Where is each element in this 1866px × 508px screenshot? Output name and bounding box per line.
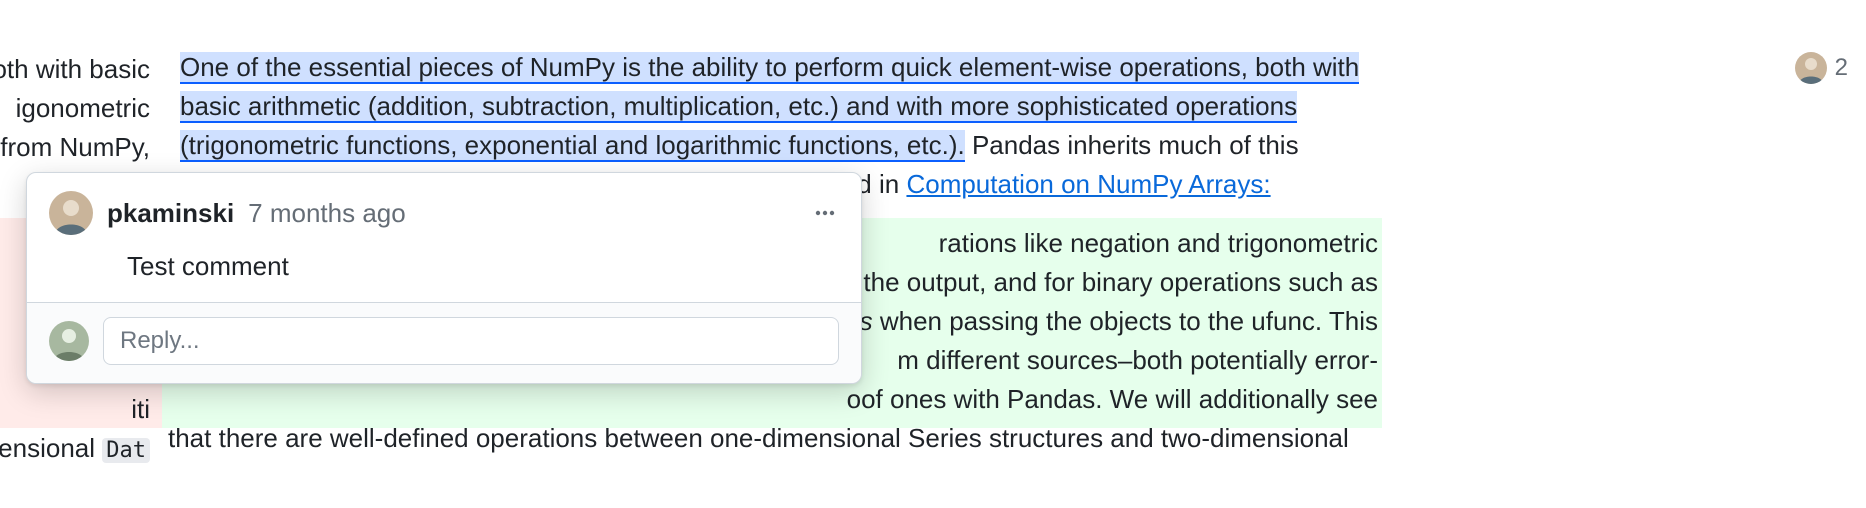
comment-popover: pkaminski 7 months ago Test comment xyxy=(26,172,862,384)
thread-indicator[interactable]: 2 xyxy=(1795,52,1848,84)
reply-input[interactable] xyxy=(103,317,839,365)
avatar xyxy=(1795,52,1827,84)
code-chip: Dat xyxy=(102,438,150,463)
comment-author[interactable]: pkaminski xyxy=(107,198,234,229)
para2-frag: oof ones with Pandas. We will additional… xyxy=(847,384,1378,414)
para2-frag: n the output, and for binary operations … xyxy=(842,267,1378,297)
para2-frag: when passing the objects to the ufunc. T… xyxy=(873,306,1378,336)
comment-time: 7 months ago xyxy=(248,198,406,229)
avatar[interactable] xyxy=(49,191,93,235)
left-line: mensional xyxy=(0,433,95,463)
left-line: oth with basic xyxy=(0,50,150,89)
para2-full-line: that there are well-defined operations b… xyxy=(168,423,1349,453)
more-icon[interactable] xyxy=(811,199,839,227)
left-line: y from NumPy, xyxy=(0,128,150,167)
comment-body: Test comment xyxy=(27,235,861,302)
para2-frag: rations like negation and trigonometric xyxy=(939,228,1378,258)
avatar[interactable] xyxy=(49,321,89,361)
left-line: iti xyxy=(0,390,150,429)
reply-row xyxy=(27,302,861,383)
comment-header: pkaminski 7 months ago xyxy=(27,173,861,235)
para2-frag: m different sources–both potentially err… xyxy=(897,345,1378,375)
thread-count: 2 xyxy=(1835,54,1848,82)
left-line: igonometric xyxy=(0,89,150,128)
